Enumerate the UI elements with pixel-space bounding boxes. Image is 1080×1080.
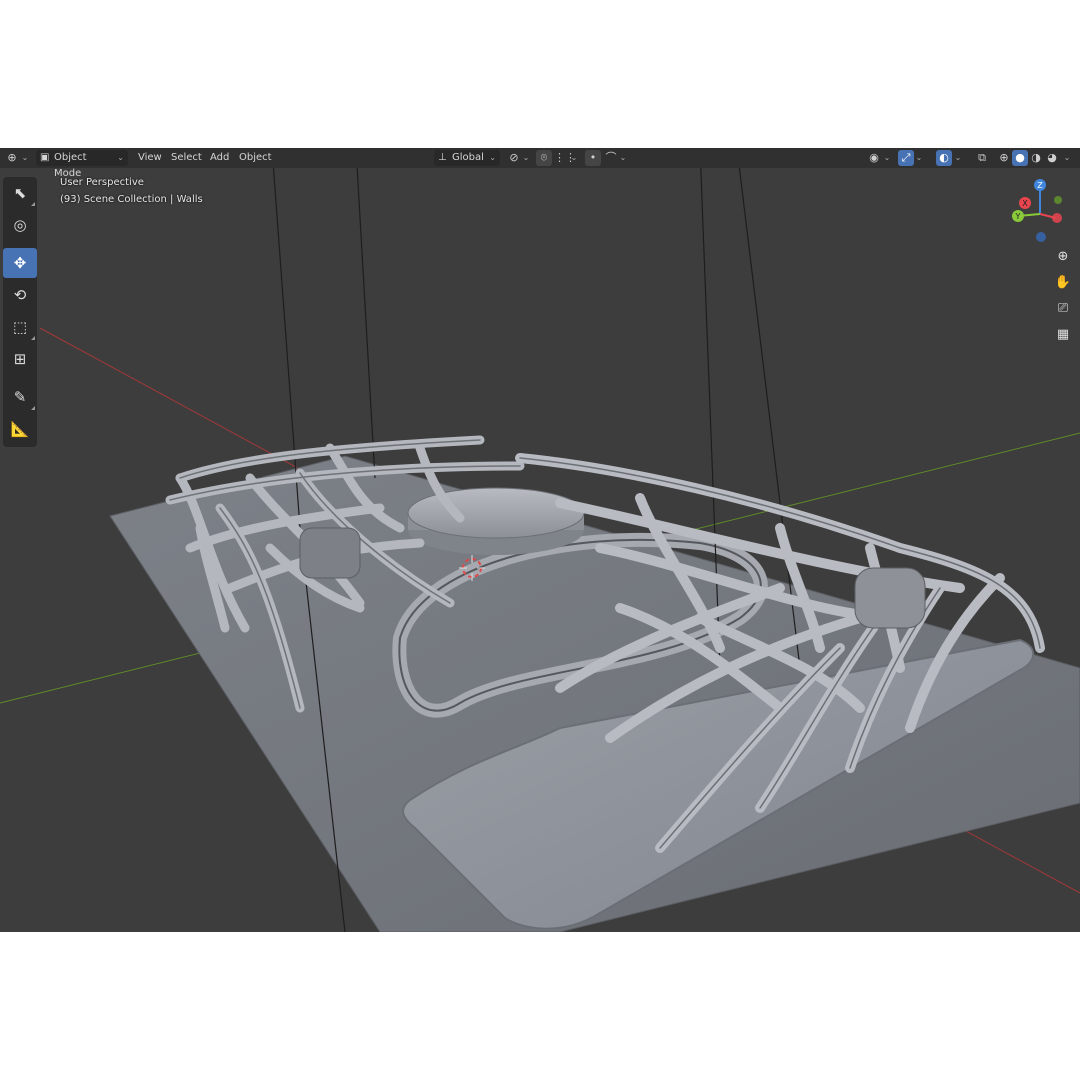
transform-tool[interactable]: ⊞ xyxy=(3,344,37,374)
select-tool[interactable]: ⬉ xyxy=(3,178,37,208)
disc-top xyxy=(407,487,585,539)
overlay-icon[interactable]: ◐ xyxy=(936,150,952,166)
chevron-down-icon: ⌄ xyxy=(489,153,496,162)
menu-view[interactable]: View xyxy=(134,150,166,166)
scale-tool[interactable]: ⬚ xyxy=(3,312,37,342)
grid-ortho-icon[interactable]: ▦ xyxy=(1052,324,1074,346)
gizmo-toggle-icon[interactable]: ⤢ xyxy=(898,150,914,166)
move-tool[interactable]: ✥ xyxy=(3,248,37,278)
hand-pan-icon[interactable]: ✋ xyxy=(1052,272,1074,294)
visibility-icon[interactable]: ◉ xyxy=(866,150,882,166)
menu-object[interactable]: Object xyxy=(235,150,276,166)
rotate-tool[interactable]: ⟲ xyxy=(3,280,37,310)
z-axis-label: Z xyxy=(1037,181,1043,190)
tool-shelf: ⬉ ◎ ✥ ⟲ ⬚ ⊞ ✎ 📐 xyxy=(3,177,37,447)
rendered-shading-icon[interactable]: ◕ xyxy=(1044,150,1060,166)
material-shading-icon[interactable]: ◑ xyxy=(1028,150,1044,166)
view-name: User Perspective xyxy=(60,177,144,188)
visibility-chevron-icon[interactable]: ⌄ xyxy=(882,150,892,166)
neg-y-axis-icon[interactable] xyxy=(1054,196,1062,204)
snap-chevron-icon[interactable]: ⌄ xyxy=(569,150,579,166)
3d-viewport[interactable]: ⊕ ⌄ ▣ Object Mode ⌄ View Select Add Obje… xyxy=(0,148,1080,932)
measure-icon: 📐 xyxy=(10,420,30,438)
menu-add[interactable]: Add xyxy=(206,150,233,166)
gizmo-chevron-icon[interactable]: ⌄ xyxy=(914,150,924,166)
snap-target-icon[interactable]: ⋮⋮ xyxy=(554,150,576,166)
measure-tool[interactable]: 📐 xyxy=(3,414,37,444)
pivot-chevron-icon[interactable]: ⌄ xyxy=(521,150,531,166)
move-icon: ✥ xyxy=(13,254,27,272)
xray-icon[interactable]: ⧉ xyxy=(974,150,990,166)
scene-render[interactable] xyxy=(0,148,1080,932)
snap-icon[interactable]: ⌾ xyxy=(536,150,552,166)
rotate-icon: ⟲ xyxy=(13,286,27,304)
mode-dropdown[interactable]: ▣ Object Mode ⌄ xyxy=(36,150,128,179)
shading-chevron-icon[interactable]: ⌄ xyxy=(1062,150,1072,166)
cursor-tool[interactable]: ◎ xyxy=(3,210,37,240)
scale-icon: ⬚ xyxy=(12,318,28,336)
orientation-label: Global xyxy=(452,152,484,163)
inner-block xyxy=(854,567,926,629)
pivot-icon[interactable]: ⊘ xyxy=(506,150,522,166)
navigation-gizmo[interactable]: Z X Y xyxy=(1000,176,1080,246)
y-axis-label: Y xyxy=(1015,212,1021,221)
falloff-icon[interactable]: ⌒ xyxy=(603,150,619,166)
orientation-dropdown[interactable]: ⊥ Global ⌄ xyxy=(434,150,500,166)
viewport-header: ⊕ ⌄ ▣ Object Mode ⌄ View Select Add Obje… xyxy=(0,148,1080,179)
proportional-edit-icon[interactable]: • xyxy=(585,150,601,166)
falloff-chevron-icon[interactable]: ⌄ xyxy=(618,150,628,166)
collection-info: (93) Scene Collection | Walls xyxy=(60,194,203,205)
orientation-icon: ⊥ xyxy=(438,152,447,163)
camera-icon[interactable]: ⎚ xyxy=(1052,298,1074,320)
annotate-tool[interactable]: ✎ xyxy=(3,382,37,412)
annotate-icon: ✎ xyxy=(13,388,27,406)
x-axis-label: X xyxy=(1022,199,1028,208)
neg-z-axis-icon[interactable] xyxy=(1036,232,1046,242)
object-mode-icon: ▣ xyxy=(40,152,50,163)
editor-type-icon[interactable]: ⊕ xyxy=(4,150,20,166)
inner-block-2 xyxy=(299,527,361,579)
editor-type-chevron-icon[interactable]: ⌄ xyxy=(20,150,30,166)
chevron-down-icon: ⌄ xyxy=(117,153,124,162)
cursor-icon: ◎ xyxy=(13,216,27,234)
solid-shading-icon[interactable]: ● xyxy=(1012,150,1028,166)
wireframe-shading-icon[interactable]: ⊕ xyxy=(996,150,1012,166)
transform-icon: ⊞ xyxy=(13,350,27,368)
select-box-icon: ⬉ xyxy=(13,184,27,202)
neg-x-axis-icon[interactable] xyxy=(1052,213,1062,223)
menu-select[interactable]: Select xyxy=(167,150,206,166)
zoom-icon[interactable]: ⊕ xyxy=(1052,246,1074,268)
overlay-chevron-icon[interactable]: ⌄ xyxy=(953,150,963,166)
